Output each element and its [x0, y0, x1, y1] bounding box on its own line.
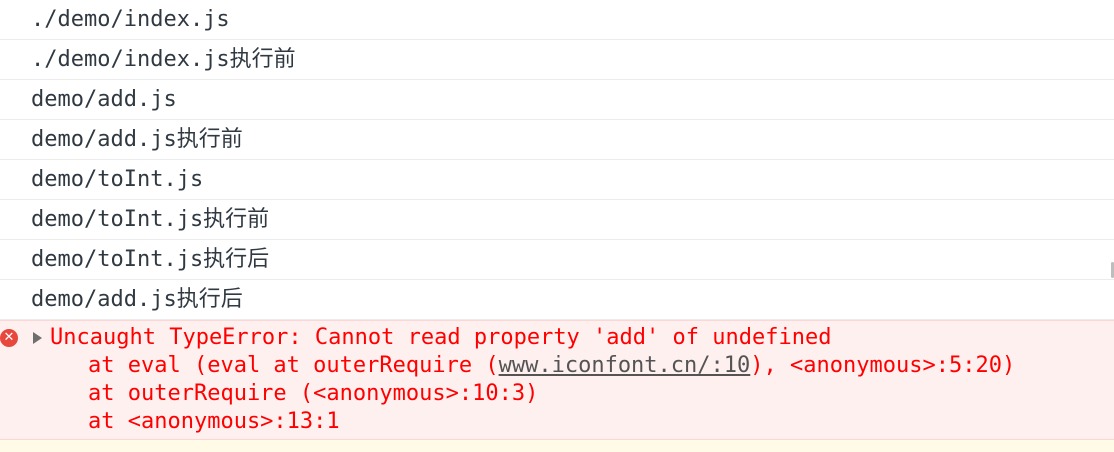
console-log-row: ./demo/index.js — [0, 0, 1114, 40]
error-circle-icon: ✕ — [0, 329, 18, 347]
stack-frame-text: at <anonymous>:13:1 — [88, 409, 340, 434]
console-next-row — [0, 440, 1114, 452]
stack-frame-prefix: at eval (eval at outerRequire ( — [88, 353, 499, 378]
source-link[interactable]: www.iconfont.cn/:10 — [499, 353, 751, 378]
log-message: demo/add.js执行前 — [31, 127, 243, 152]
stack-frame: at <anonymous>:13:1 — [88, 408, 340, 436]
console-error-row: ✕ Uncaught TypeError: Cannot read proper… — [0, 320, 1114, 440]
stack-frame: at eval (eval at outerRequire (www.iconf… — [88, 352, 1015, 380]
console-log-row: demo/toInt.js执行后 — [0, 240, 1114, 280]
expand-triangle-icon[interactable] — [33, 332, 42, 344]
error-message: Uncaught TypeError: Cannot read property… — [50, 325, 832, 350]
console-log-row: demo/add.js — [0, 80, 1114, 120]
stack-frame-text: at outerRequire (<anonymous>:10:3) — [88, 381, 539, 406]
stack-frame-suffix: ), <anonymous>:5:20) — [750, 353, 1016, 378]
console-log-row: demo/add.js执行后 — [0, 280, 1114, 320]
log-message: demo/toInt.js执行后 — [31, 247, 270, 272]
console-panel: ./demo/index.js ./demo/index.js执行前 demo/… — [0, 0, 1114, 452]
console-log-row: demo/toInt.js — [0, 160, 1114, 200]
console-log-row: demo/add.js执行前 — [0, 120, 1114, 160]
log-message: demo/add.js — [31, 87, 177, 112]
console-log-row: demo/toInt.js执行前 — [0, 200, 1114, 240]
stack-frame: at outerRequire (<anonymous>:10:3) — [88, 380, 538, 408]
log-message: demo/add.js执行后 — [31, 287, 243, 312]
console-log-row: ./demo/index.js执行前 — [0, 40, 1114, 80]
log-message: ./demo/index.js — [31, 7, 230, 32]
log-message: demo/toInt.js执行前 — [31, 207, 270, 232]
log-message: demo/toInt.js — [31, 167, 204, 192]
log-message: ./demo/index.js执行前 — [31, 47, 296, 72]
